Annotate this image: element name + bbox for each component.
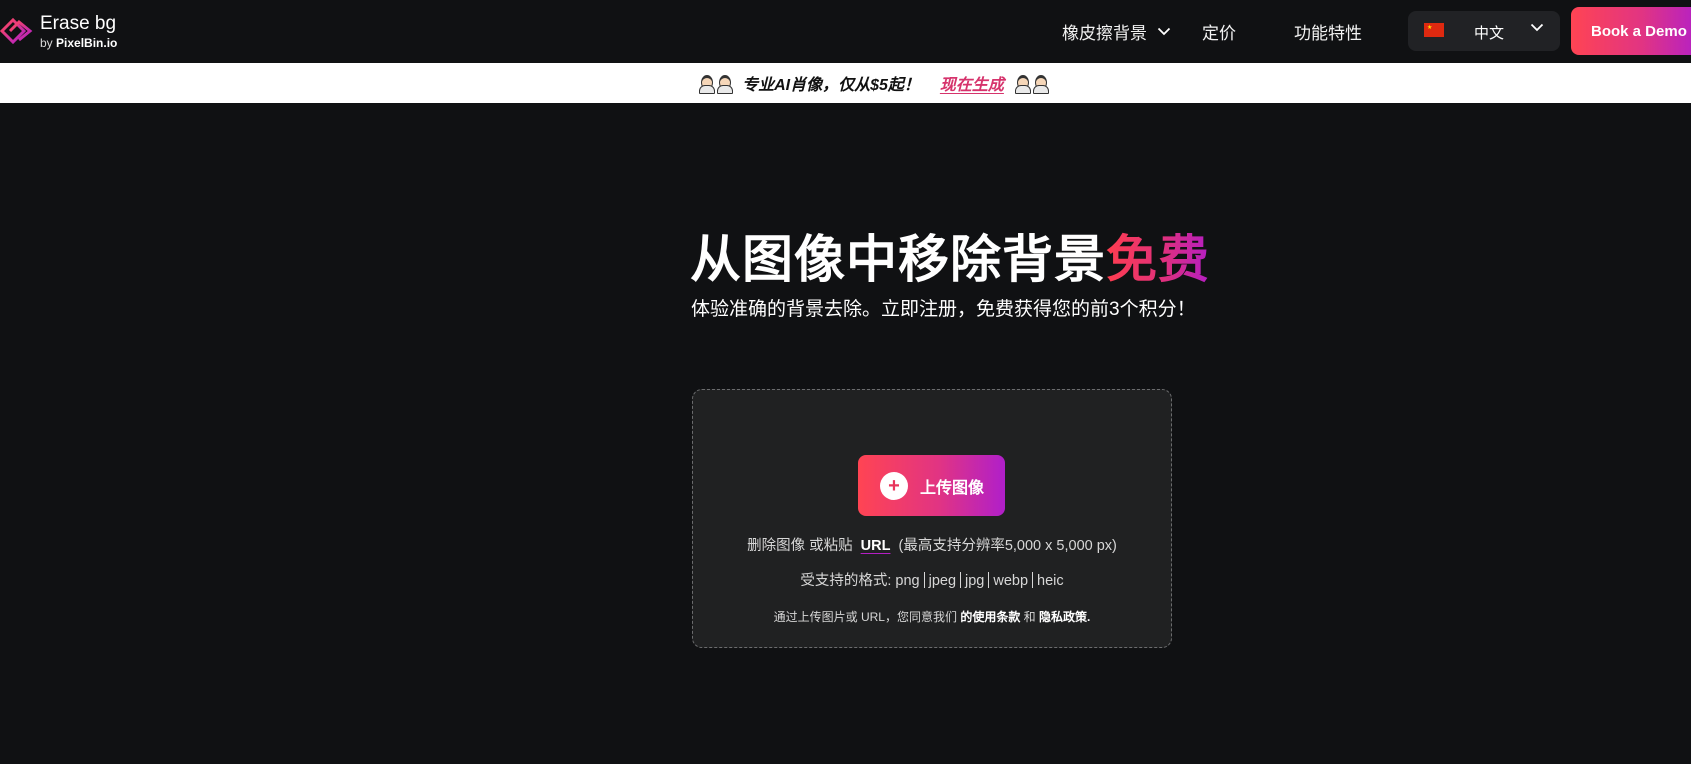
terms-and: 和 — [1023, 610, 1036, 624]
erase-bg-logo[interactable]: Erase bg by PixelBin.io — [0, 8, 117, 54]
hero-title-accent: 免费 — [1106, 231, 1211, 288]
format-item: jpeg — [928, 573, 957, 589]
format-divider — [1032, 572, 1034, 588]
hint-prefix: 删除图像 或粘贴 — [747, 538, 853, 554]
format-item: webp — [993, 573, 1029, 589]
language-selected: 中文 — [1474, 25, 1505, 42]
hero-title: 从图像中移除背景免费 — [690, 218, 1210, 292]
upload-dropzone[interactable]: + 上传图像 删除图像 或粘贴 URL (最高支持分辨率5,000 x 5,00… — [692, 389, 1172, 648]
hint-resolution: (最高支持分辨率5,000 x 5,000 px) — [898, 538, 1117, 554]
book-demo-button[interactable]: Book a Demo — [1571, 7, 1691, 55]
china-flag-icon: ★ — [1424, 23, 1444, 37]
promo-banner: 专业AI肖像，仅从$5起！ 现在生成 — [0, 63, 1691, 103]
format-item: heic — [1037, 573, 1064, 589]
format-divider — [988, 572, 990, 588]
nav-eraser-background[interactable]: 橡皮擦背景 — [1062, 0, 1171, 63]
nav-features[interactable]: 功能特性 — [1294, 0, 1362, 63]
nav-pricing[interactable]: 定价 — [1202, 0, 1236, 63]
format-item: png — [895, 573, 920, 589]
woman-technologist-icon — [698, 74, 734, 94]
hero-title-main: 从图像中移除背景 — [690, 231, 1107, 288]
paste-url-link[interactable]: URL — [861, 538, 891, 554]
upload-image-button[interactable]: + 上传图像 — [858, 455, 1005, 516]
format-divider — [923, 572, 925, 588]
promo-generate-link[interactable]: 现在生成 — [940, 71, 1004, 95]
drop-or-paste-hint: 删除图像 或粘贴 URL (最高支持分辨率5,000 x 5,000 px) — [693, 534, 1171, 555]
formats-label: 受支持的格式: — [800, 573, 892, 589]
upload-image-label: 上传图像 — [920, 479, 985, 497]
supported-formats: 受支持的格式: png jpeg jpg webp heic — [693, 569, 1171, 590]
logo-byline: by PixelBin.io — [40, 35, 118, 50]
nav-eraser-label: 橡皮擦背景 — [1062, 24, 1147, 43]
format-divider — [960, 572, 962, 588]
terms-notice: 通过上传图片或 URL，您同意我们 的使用条款 和 隐私政策. — [693, 608, 1171, 625]
promo-text: 专业AI肖像，仅从$5起！ — [742, 77, 920, 94]
hero-subtitle: 体验准确的背景去除。立即注册，免费获得您的前3个积分！ — [691, 299, 1196, 320]
language-selector[interactable]: ★ 中文 — [1408, 11, 1560, 51]
erase-bg-logo-icon — [0, 13, 34, 49]
terms-of-use-link[interactable]: 的使用条款 — [960, 610, 1020, 624]
terms-prefix: 通过上传图片或 URL，您同意我们 — [773, 610, 957, 624]
chevron-down-icon — [1530, 23, 1544, 32]
top-navbar: Erase bg by PixelBin.io 橡皮擦背景 定价 功能特性 ★ … — [0, 0, 1691, 63]
format-item: jpg — [965, 573, 985, 589]
logo-name: Erase bg — [40, 12, 117, 34]
woman-technologist-icon — [1014, 74, 1049, 94]
chevron-down-icon — [1157, 27, 1171, 36]
privacy-policy-link[interactable]: 隐私政策. — [1039, 610, 1090, 624]
plus-icon: + — [880, 471, 908, 500]
